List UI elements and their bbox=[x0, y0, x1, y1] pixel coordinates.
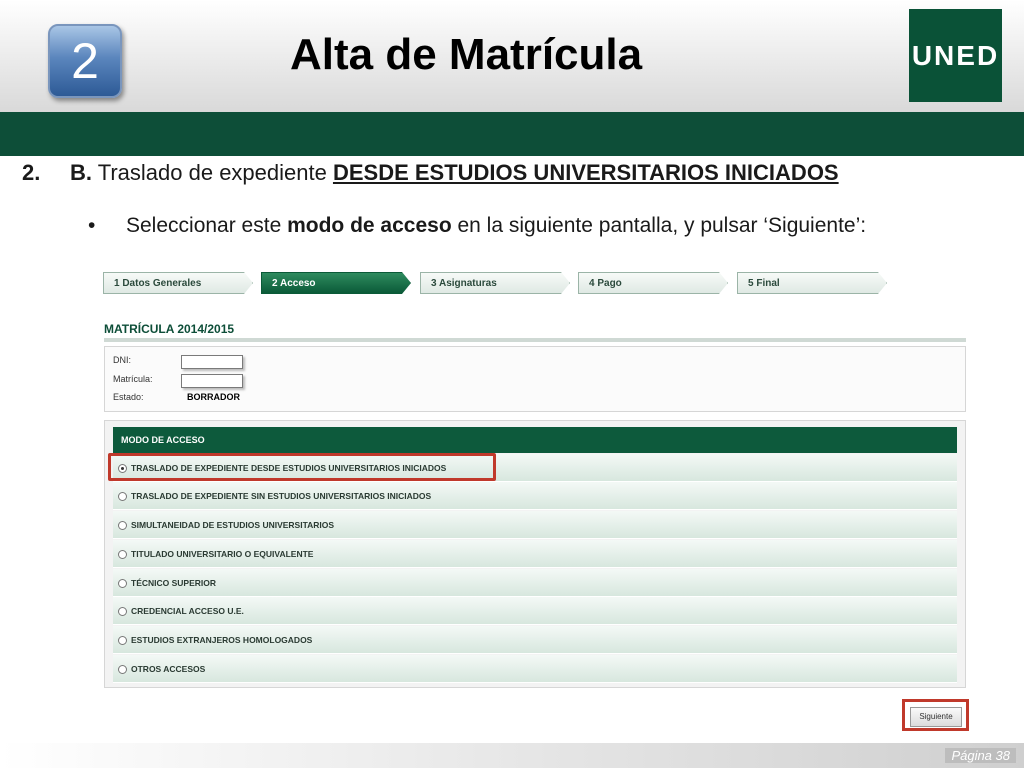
step-number-badge: 2 bbox=[48, 24, 122, 98]
access-mode-header: MODO DE ACCESO bbox=[113, 427, 957, 453]
dni-label: DNI: bbox=[113, 355, 131, 365]
section-number: 2. bbox=[22, 160, 41, 185]
option-label: ESTUDIOS EXTRANJEROS HOMOLOGADOS bbox=[131, 635, 313, 645]
section-emphasis: DESDE ESTUDIOS UNIVERSITARIOS INICIADOS bbox=[332, 160, 839, 185]
option-label: TÉCNICO SUPERIOR bbox=[131, 578, 217, 588]
access-option-credencial-ue[interactable]: CREDENCIAL ACCESO U.E. bbox=[113, 597, 957, 625]
radio-icon[interactable] bbox=[118, 492, 127, 501]
header-band bbox=[0, 112, 1024, 156]
section-divider bbox=[104, 338, 966, 342]
radio-icon[interactable] bbox=[118, 521, 127, 530]
uned-logo: UNED bbox=[909, 9, 1002, 102]
option-label: SIMULTANEIDAD DE ESTUDIOS UNIVERSITARIOS bbox=[131, 520, 335, 530]
instruction-pre: Seleccionar este bbox=[126, 214, 288, 237]
radio-icon[interactable] bbox=[118, 607, 127, 616]
slide-title: Alta de Matrícula bbox=[290, 30, 643, 79]
access-option-otros[interactable]: OTROS ACCESOS bbox=[113, 655, 957, 683]
access-option-titulado[interactable]: TITULADO UNIVERSITARIO O EQUIVALENTE bbox=[113, 540, 957, 568]
section-letter: B. bbox=[70, 160, 92, 185]
wizard-step-asignaturas[interactable]: 3 Asignaturas bbox=[420, 272, 570, 294]
section-heading: 2. B. Traslado de expediente DESDE ESTUDI… bbox=[22, 160, 839, 186]
bullet-icon: • bbox=[88, 214, 96, 237]
access-option-extranjeros[interactable]: ESTUDIOS EXTRANJEROS HOMOLOGADOS bbox=[113, 626, 957, 654]
access-option-simultaneidad[interactable]: SIMULTANEIDAD DE ESTUDIOS UNIVERSITARIOS bbox=[113, 511, 957, 539]
page-number: Página 38 bbox=[945, 748, 1016, 763]
wizard-step-final[interactable]: 5 Final bbox=[737, 272, 887, 294]
estado-value: BORRADOR bbox=[187, 392, 240, 402]
dni-field[interactable] bbox=[181, 355, 243, 369]
option-label: OTROS ACCESOS bbox=[131, 664, 206, 674]
wizard-step-datos-generales[interactable]: 1 Datos Generales bbox=[103, 272, 253, 294]
wizard-step-pago[interactable]: 4 Pago bbox=[578, 272, 728, 294]
selected-option-highlight bbox=[108, 453, 496, 481]
form-section-title: MATRÍCULA 2014/2015 bbox=[104, 322, 235, 336]
radio-icon[interactable] bbox=[118, 550, 127, 559]
access-option-traslado-sin[interactable]: TRASLADO DE EXPEDIENTE SIN ESTUDIOS UNIV… bbox=[113, 482, 957, 510]
matricula-label: Matrícula: bbox=[113, 374, 153, 384]
radio-icon[interactable] bbox=[118, 665, 127, 674]
button-highlight bbox=[902, 699, 969, 731]
access-option-tecnico-superior[interactable]: TÉCNICO SUPERIOR bbox=[113, 569, 957, 597]
option-label: TRASLADO DE EXPEDIENTE SIN ESTUDIOS UNIV… bbox=[131, 491, 432, 501]
slide-footer bbox=[0, 743, 1024, 768]
radio-icon[interactable] bbox=[118, 579, 127, 588]
radio-icon[interactable] bbox=[118, 636, 127, 645]
option-label: TITULADO UNIVERSITARIO O EQUIVALENTE bbox=[131, 549, 314, 559]
instruction-bold: modo de acceso bbox=[287, 214, 452, 237]
option-label: CREDENCIAL ACCESO U.E. bbox=[131, 606, 244, 616]
section-text: Traslado de expediente bbox=[92, 160, 333, 185]
instruction-bullet: • Seleccionar este modo de acceso en la s… bbox=[88, 214, 866, 238]
instruction-post: en la siguiente pantalla, y pulsar ‘Sigu… bbox=[451, 214, 867, 237]
matricula-field[interactable] bbox=[181, 374, 243, 388]
wizard-step-acceso[interactable]: 2 Acceso bbox=[261, 272, 411, 294]
student-info-panel: DNI: Matrícula: Estado: BORRADOR bbox=[104, 346, 966, 412]
estado-label: Estado: bbox=[113, 392, 144, 402]
